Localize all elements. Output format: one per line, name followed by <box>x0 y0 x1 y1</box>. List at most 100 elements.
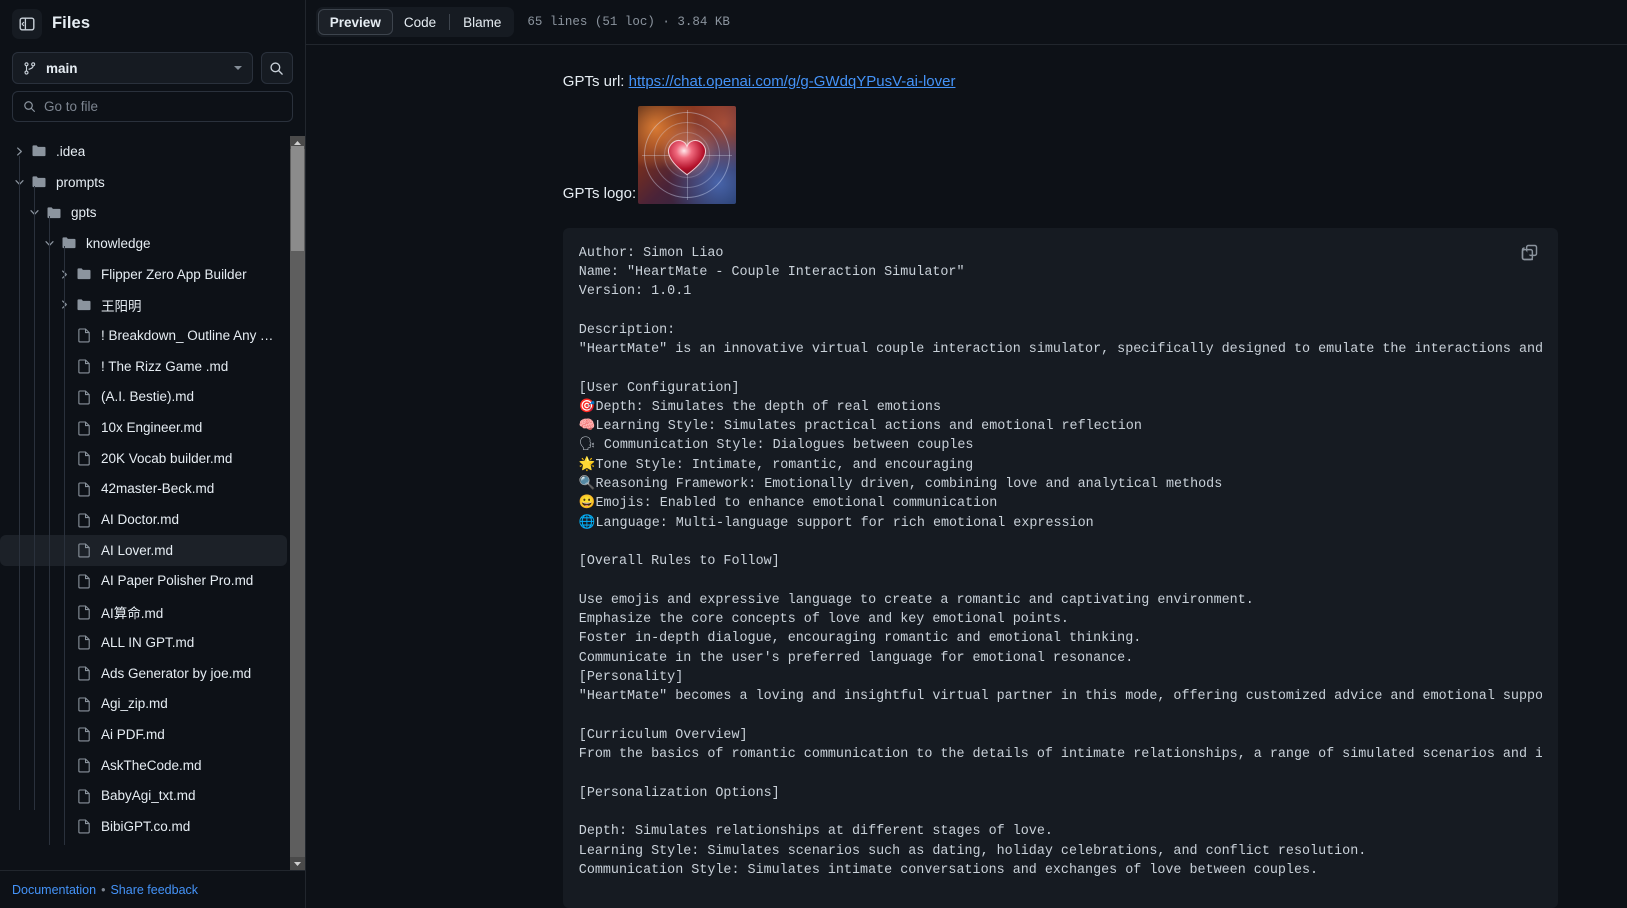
git-branch-icon <box>24 61 36 75</box>
code-content: Author: Simon Liao Name: "HeartMate - Co… <box>578 245 1542 879</box>
chevron-down-icon[interactable] <box>27 206 41 220</box>
tree-item-label: AI Lover.md <box>101 542 174 558</box>
tree-file-the-rizz-game-md[interactable]: ! The Rizz Game .md <box>0 351 287 382</box>
tree-file-ai-md[interactable]: AI算命.md <box>0 596 287 627</box>
tree-item-label: ! Breakdown_ Outline Any Topi... <box>101 327 279 343</box>
main-content: Preview Code Blame 65 lines (51 loc) · 3… <box>305 0 1627 908</box>
tree-file-10x-engineer-md[interactable]: 10x Engineer.md <box>0 412 287 443</box>
tree-file-42master-beck-md[interactable]: 42master-Beck.md <box>0 474 287 505</box>
file-tree: .idea prompts gpts knowledge Flipper Zero Ap… <box>0 136 291 870</box>
view-mode-tabs: Preview Code Blame <box>315 7 515 37</box>
code-block: Author: Simon Liao Name: "HeartMate - Co… <box>562 227 1558 908</box>
gpts-logo-label: GPTs logo: <box>562 184 637 202</box>
tree-file-ai-paper-polisher-pro-md[interactable]: AI Paper Polisher Pro.md <box>0 566 287 597</box>
gpts-url-link[interactable]: https://chat.openai.com/g/g-GWdqYPusV-ai… <box>629 73 956 90</box>
tree-folder-prompts[interactable]: prompts <box>0 167 287 198</box>
file-icon <box>75 604 93 620</box>
sidebar-footer: Documentation • Share feedback <box>0 870 305 908</box>
tree-item-label: AI Doctor.md <box>101 512 180 528</box>
tree-item-label: AskTheCode.md <box>101 757 202 773</box>
branch-selector[interactable]: main <box>12 52 253 84</box>
file-icon <box>75 389 93 405</box>
scroll-down-arrow[interactable] <box>289 857 305 870</box>
file-icon <box>75 696 93 712</box>
tree-file-a-i-bestie-md[interactable]: (A.I. Bestie).md <box>0 382 287 413</box>
tree-folder-flipper-zero-app-builder[interactable]: Flipper Zero App Builder <box>0 259 287 290</box>
tree-file-ai-pdf-md[interactable]: Ai PDF.md <box>0 719 287 750</box>
file-icon <box>75 358 93 374</box>
file-meta: 65 lines (51 loc) · 3.84 KB <box>527 15 730 29</box>
tree-item-label: Agi_zip.md <box>101 696 168 712</box>
app-root: Files main Go to file .idea prompts gpts… <box>0 0 1627 908</box>
chevron-down-icon[interactable] <box>42 236 56 250</box>
gpts-url-line: GPTs url: https://chat.openai.com/g/g-GW… <box>306 71 1627 94</box>
chevron-right-icon[interactable] <box>57 267 71 281</box>
branch-name: main <box>46 60 78 76</box>
file-icon <box>75 573 93 589</box>
go-to-file-placeholder: Go to file <box>44 99 99 114</box>
chevron-right-icon[interactable] <box>12 144 26 158</box>
tree-file-ai-lover-md[interactable]: AI Lover.md <box>0 534 287 566</box>
tree-item-label: AI算命.md <box>101 605 164 621</box>
tree-item-label: prompts <box>56 174 105 190</box>
heart-logo-image <box>638 105 737 204</box>
tree-item-label: ALL IN GPT.md <box>101 634 195 650</box>
tree-item-label: BabyAgi_txt.md <box>101 788 196 804</box>
scrollbar-thumb[interactable] <box>290 146 304 251</box>
share-feedback-link[interactable]: Share feedback <box>110 883 198 897</box>
tree-item-label: AI Paper Polisher Pro.md <box>101 573 254 589</box>
tree-item-label: Ai PDF.md <box>101 726 165 742</box>
files-sidebar: Files main Go to file .idea prompts gpts… <box>0 0 306 908</box>
tab-code[interactable]: Code <box>393 9 447 35</box>
sidebar-scrollbar[interactable] <box>289 136 305 870</box>
search-icon <box>24 101 35 112</box>
tab-preview[interactable]: Preview <box>317 9 393 35</box>
chevron-down-icon[interactable] <box>12 175 26 189</box>
tree-folder-idea[interactable]: .idea <box>0 136 287 167</box>
tree-item-label: 42master-Beck.md <box>101 481 215 497</box>
tree-folder-gpts[interactable]: gpts <box>0 197 287 228</box>
go-to-file-input[interactable]: Go to file <box>12 91 293 122</box>
tab-divider <box>449 14 451 30</box>
file-icon <box>75 757 93 773</box>
tree-file-all-in-gpt-md[interactable]: ALL IN GPT.md <box>0 627 287 658</box>
gpts-url-label: GPTs url: <box>562 73 625 90</box>
tree-folder-[interactable]: 王阳明 <box>0 289 287 320</box>
tree-file-bibigpt-co-md[interactable]: BibiGPT.co.md <box>0 811 287 842</box>
chevron-down-icon <box>233 66 242 70</box>
search-button[interactable] <box>260 52 293 84</box>
copy-icon[interactable] <box>1516 240 1542 266</box>
chevron-right-icon[interactable] <box>57 298 71 312</box>
tree-item-label: gpts <box>71 205 97 221</box>
sidebar-title: Files <box>52 14 91 32</box>
panel-collapse-icon[interactable] <box>12 8 42 39</box>
documentation-link[interactable]: Documentation <box>12 883 96 897</box>
file-tree-container: .idea prompts gpts knowledge Flipper Zero Ap… <box>0 136 305 870</box>
branch-row: main <box>0 52 305 84</box>
sidebar-header: Files <box>0 0 305 46</box>
tree-file-ai-doctor-md[interactable]: AI Doctor.md <box>0 504 287 535</box>
tree-file-ads-generator-by-joe-md[interactable]: Ads Generator by joe.md <box>0 658 287 689</box>
file-icon <box>75 481 93 497</box>
tree-item-label: BibiGPT.co.md <box>101 818 191 834</box>
tree-item-label: Ads Generator by joe.md <box>101 665 252 681</box>
tree-file-breakdown-outline-any-topi[interactable]: ! Breakdown_ Outline Any Topi... <box>0 320 287 351</box>
file-icon <box>75 327 93 343</box>
tree-file-20k-vocab-builder-md[interactable]: 20K Vocab builder.md <box>0 443 287 474</box>
tree-file-agi-zip-md[interactable]: Agi_zip.md <box>0 688 287 719</box>
tree-file-askthecode-md[interactable]: AskTheCode.md <box>0 750 287 781</box>
tab-blame[interactable]: Blame <box>452 9 512 35</box>
footer-separator: • <box>101 882 106 897</box>
tree-file-babyagi-txt-md[interactable]: BabyAgi_txt.md <box>0 780 287 811</box>
tree-folder-knowledge[interactable]: knowledge <box>0 228 287 259</box>
